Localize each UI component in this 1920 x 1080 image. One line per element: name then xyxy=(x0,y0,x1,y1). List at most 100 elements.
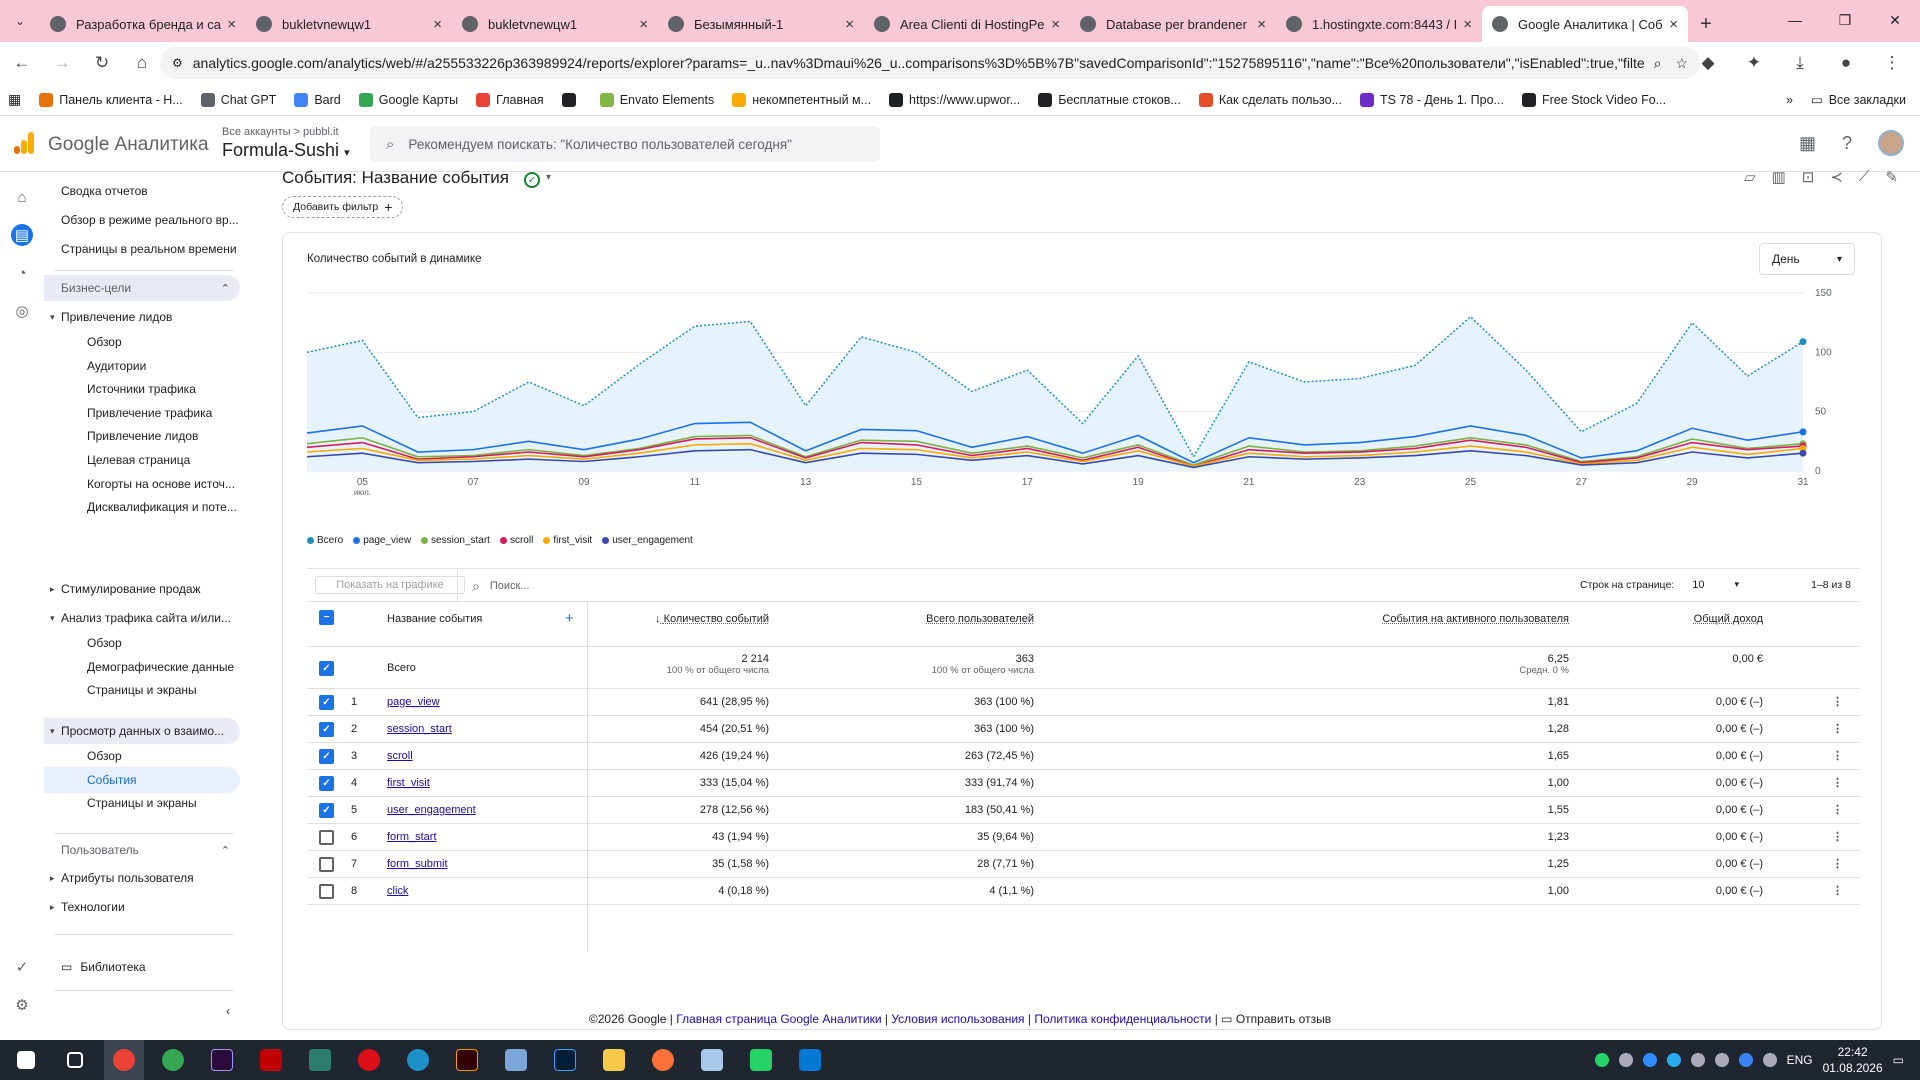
nav-section-business[interactable]: Бизнес-цели ⌃ xyxy=(44,275,240,301)
pen-icon[interactable] xyxy=(1762,1053,1777,1067)
calculator-icon[interactable] xyxy=(496,1040,536,1080)
nav-library[interactable]: ▭ Библиотека xyxy=(44,954,240,980)
nav-group-tech[interactable]: ▸ Технологии xyxy=(44,894,240,920)
nav-group-leads[interactable]: ▾ Привлечение лидов xyxy=(44,304,240,330)
clock[interactable]: 22:42 01.08.2026 xyxy=(1823,1044,1883,1076)
url-text[interactable]: analytics.google.com/analytics/web/#/a25… xyxy=(193,55,1644,71)
avatar[interactable] xyxy=(1878,130,1904,156)
browser-tab[interactable]: Google Аналитика | Собы × xyxy=(1482,6,1688,42)
nav-realtime-overview[interactable]: Обзор в режиме реального вр... xyxy=(44,207,240,233)
nav-subitem[interactable]: Источники трафика xyxy=(44,376,240,402)
bookmark-item[interactable]: Chat GPT xyxy=(200,92,276,107)
explore-icon[interactable]: ◔ xyxy=(11,262,33,284)
bookmark-item[interactable]: https://www.upwor... xyxy=(889,92,1020,107)
advertising-icon[interactable]: ◎ xyxy=(11,300,33,322)
row-checkbox[interactable]: ✓ xyxy=(319,722,334,737)
help-icon[interactable]: ? xyxy=(1842,133,1852,154)
nav-group-sales[interactable]: ▸ Стимулирование продаж xyxy=(44,576,240,602)
restore-icon[interactable]: ❐ xyxy=(1820,0,1870,40)
whatsapp-tray-icon[interactable] xyxy=(1594,1053,1609,1067)
edit-comparison-icon[interactable]: ▱ xyxy=(1744,168,1756,186)
bookmark-item[interactable]: некомпетентный м... xyxy=(732,92,871,107)
bookmark-item[interactable]: TS 78 - День 1. Про... xyxy=(1359,92,1504,107)
nav-subitem[interactable]: Страницы и экраны xyxy=(44,790,240,816)
event-name-link[interactable]: user_engagement xyxy=(387,804,476,816)
row-checkbox[interactable]: ✓ xyxy=(319,776,334,791)
export-icon[interactable]: ⊡ xyxy=(1802,168,1815,186)
bookmark-item[interactable] xyxy=(561,92,582,107)
explorer-icon[interactable] xyxy=(594,1040,634,1080)
property-selector[interactable]: Formula-Sushi ▾ xyxy=(222,140,350,161)
row-checkbox[interactable] xyxy=(319,830,334,845)
minimize-icon[interactable]: — xyxy=(1770,0,1820,40)
nav-subitem[interactable]: Аудитории xyxy=(44,353,240,379)
col-event-count[interactable]: ↓ Количество событий xyxy=(655,613,769,625)
granularity-select[interactable]: День ▾ xyxy=(1759,243,1855,275)
apps-grid-icon[interactable]: ▦ xyxy=(1799,133,1816,154)
event-name-link[interactable]: page_view xyxy=(387,696,440,708)
close-window-icon[interactable]: ✕ xyxy=(1870,0,1920,40)
rows-per-page-select[interactable]: 10 ▾ xyxy=(1692,579,1739,591)
nav-subitem[interactable]: Когорты на основе источ... xyxy=(44,471,240,497)
bookmark-item[interactable]: Bard xyxy=(294,92,341,107)
browser-tab[interactable]: Database per brandener × xyxy=(1070,6,1276,42)
legend-item[interactable]: user_engagement xyxy=(602,535,693,546)
columns-icon[interactable]: ▥ xyxy=(1772,168,1786,186)
browser-tab[interactable]: bukletvnewцw1 × xyxy=(246,6,452,42)
bluetooth-icon[interactable] xyxy=(1738,1053,1753,1067)
share-icon[interactable]: ≺ xyxy=(1830,168,1843,186)
nav-subitem[interactable]: Обзор xyxy=(44,743,240,769)
browser-tab[interactable]: Area Clienti di HostingPe × xyxy=(864,6,1070,42)
nav-subitem[interactable]: Обзор xyxy=(44,630,240,656)
ga-search-input[interactable]: ⌕ Рекомендуем поискать: "Количество поль… xyxy=(370,126,880,162)
nav-reports-snapshot[interactable]: Сводка отчетов xyxy=(44,178,240,204)
address-bar[interactable]: ⚙ analytics.google.com/analytics/web/#/a… xyxy=(160,47,1700,79)
select-all-checkbox[interactable]: − xyxy=(319,610,334,625)
col-event-name[interactable]: Название события xyxy=(387,613,482,625)
row-more-icon[interactable]: ⋮ xyxy=(1832,803,1843,816)
nav-subitem[interactable]: Привлечение трафика xyxy=(44,400,240,426)
caret-down-icon[interactable]: ▾ xyxy=(546,172,551,183)
tab-close-icon[interactable]: × xyxy=(1463,16,1472,33)
tab-close-icon[interactable]: × xyxy=(227,16,236,33)
row-more-icon[interactable]: ⋮ xyxy=(1832,722,1843,735)
chrome-icon[interactable] xyxy=(104,1040,144,1080)
browser-tab[interactable]: Разработка бренда и сай × xyxy=(40,6,246,42)
feedback-link[interactable]: ▭ Отправить отзыв xyxy=(1221,1012,1331,1026)
bookmark-item[interactable]: Envato Elements xyxy=(599,92,714,107)
tab-close-icon[interactable]: × xyxy=(1669,16,1678,33)
home-nav-icon[interactable]: ⌂ xyxy=(11,186,33,208)
legend-item[interactable]: scroll xyxy=(499,535,533,546)
zoom-tray-icon[interactable] xyxy=(1642,1053,1657,1067)
nav-group-user-attributes[interactable]: ▸ Атрибуты пользователя xyxy=(44,865,240,891)
illustrator-icon[interactable] xyxy=(447,1040,487,1080)
language-indicator[interactable]: ENG xyxy=(1787,1053,1813,1067)
nav-subitem[interactable]: События xyxy=(44,766,240,793)
firefox-icon[interactable] xyxy=(643,1040,683,1080)
task-view-icon[interactable] xyxy=(55,1040,95,1080)
col-total-revenue[interactable]: Общий доход xyxy=(1694,613,1763,625)
edge-icon[interactable] xyxy=(398,1040,438,1080)
row-more-icon[interactable]: ⋮ xyxy=(1832,857,1843,870)
extension-icon[interactable]: ◆ xyxy=(1690,45,1726,81)
tab-close-icon[interactable]: × xyxy=(1257,16,1266,33)
row-more-icon[interactable]: ⋮ xyxy=(1832,830,1843,843)
legend-item[interactable]: page_view xyxy=(353,535,411,546)
opera-icon[interactable] xyxy=(349,1040,389,1080)
tab-close-icon[interactable]: × xyxy=(1051,16,1060,33)
event-name-link[interactable]: form_start xyxy=(387,831,437,843)
legend-item[interactable]: Всего xyxy=(307,535,343,546)
row-more-icon[interactable]: ⋮ xyxy=(1832,749,1843,762)
tab-close-icon[interactable]: × xyxy=(845,16,854,33)
row-more-icon[interactable]: ⋮ xyxy=(1832,695,1843,708)
nav-realtime-pages[interactable]: Страницы в реальном времени xyxy=(44,236,240,262)
menu-icon[interactable]: ⋮ xyxy=(1874,45,1910,81)
event-name-link[interactable]: click xyxy=(387,885,408,897)
zoom-icon[interactable]: ⌕ xyxy=(1654,55,1662,72)
insights-icon[interactable]: ✓ xyxy=(11,956,33,978)
event-name-link[interactable]: session_start xyxy=(387,723,452,735)
bookmark-item[interactable]: Google Карты xyxy=(358,92,458,107)
browser-tab[interactable]: 1.hostingxte.com:8443 / I × xyxy=(1276,6,1482,42)
more-bookmarks-icon[interactable]: » xyxy=(1786,93,1793,107)
tab-close-icon[interactable]: × xyxy=(639,16,648,33)
